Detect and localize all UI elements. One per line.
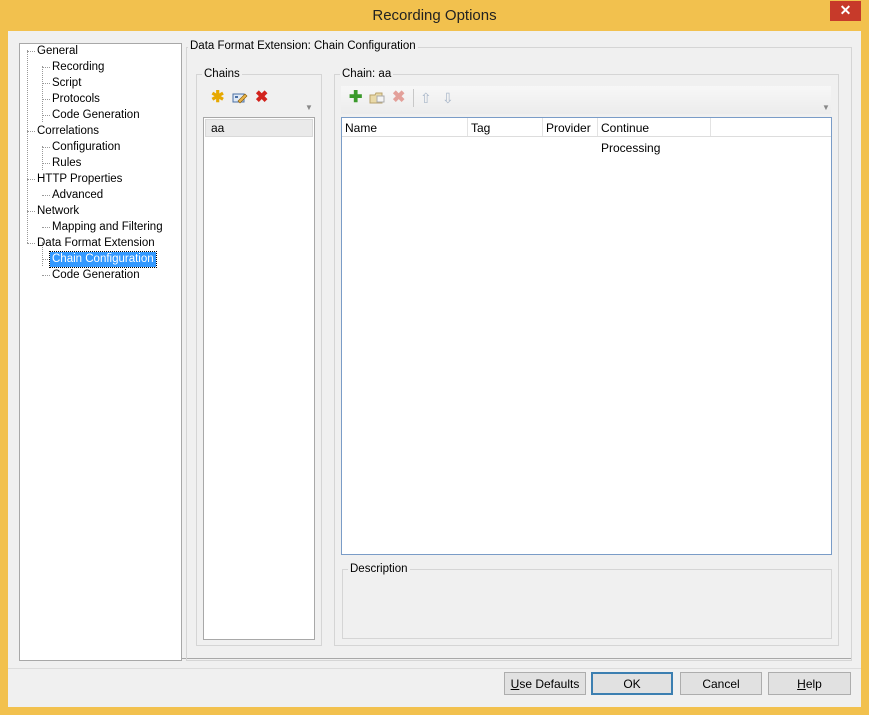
chain-list-item[interactable]: aa bbox=[205, 119, 313, 137]
tree-connector bbox=[42, 227, 50, 228]
tree-connector bbox=[42, 275, 50, 276]
edit-icon[interactable] bbox=[232, 90, 248, 110]
tree-item-script[interactable]: Script bbox=[52, 76, 81, 91]
tree-item-http-properties[interactable]: HTTP Properties bbox=[37, 172, 122, 187]
tree-connector bbox=[42, 99, 50, 100]
use-defaults-button[interactable]: Use Defaults bbox=[504, 672, 586, 695]
tree-connector bbox=[27, 51, 35, 52]
tree-item-network[interactable]: Network bbox=[37, 204, 79, 219]
tree-connector bbox=[42, 259, 50, 260]
use-defaults-mnemonic: U bbox=[510, 677, 520, 691]
tree-connector bbox=[27, 211, 35, 212]
plus-icon[interactable]: ✚ bbox=[349, 90, 362, 106]
title-bar: Recording Options ✕ bbox=[0, 0, 869, 31]
asterisk-icon[interactable]: ✱ bbox=[211, 90, 224, 106]
tree-item-code-generation[interactable]: Code Generation bbox=[52, 108, 140, 123]
ok-button[interactable]: OK bbox=[591, 672, 673, 695]
chain-grid[interactable]: Name Tag Provider Continue Processing bbox=[341, 117, 832, 555]
cancel-button[interactable]: Cancel bbox=[680, 672, 762, 695]
use-defaults-label: se Defaults bbox=[519, 677, 580, 691]
tree-item-configuration[interactable]: Configuration bbox=[52, 140, 120, 155]
help-mnemonic: H bbox=[797, 677, 806, 691]
toolbar-overflow-icon[interactable]: ▼ bbox=[305, 103, 313, 112]
toolbar-overflow-icon[interactable]: ▼ bbox=[822, 103, 830, 112]
tree-item-advanced[interactable]: Advanced bbox=[52, 188, 103, 203]
tree-connector bbox=[27, 131, 35, 132]
tree-connector bbox=[27, 179, 35, 180]
tree-item-general[interactable]: General bbox=[37, 44, 78, 59]
tree-connector bbox=[27, 50, 28, 243]
tree-connector bbox=[42, 195, 50, 196]
column-tag[interactable]: Tag bbox=[468, 118, 543, 136]
help-label: elp bbox=[805, 677, 822, 691]
grid-header: Name Tag Provider Continue Processing bbox=[342, 118, 831, 155]
tree-connector bbox=[42, 146, 43, 170]
tree-item-data-format-extension[interactable]: Data Format Extension bbox=[37, 236, 155, 251]
column-continue-processing[interactable]: Continue Processing bbox=[598, 118, 711, 155]
chain-toolbar bbox=[341, 86, 831, 114]
tree-item-mapping-filtering[interactable]: Mapping and Filtering bbox=[52, 220, 163, 235]
tree-connector bbox=[42, 66, 43, 122]
folder-icon[interactable] bbox=[369, 90, 386, 110]
arrow-up-icon[interactable]: ⇧ bbox=[420, 90, 432, 106]
tree-item-recording[interactable]: Recording bbox=[52, 60, 104, 75]
tree-connector bbox=[42, 83, 50, 84]
chain-title: Chain: aa bbox=[340, 68, 394, 80]
tree-connector bbox=[27, 243, 35, 244]
tree-connector bbox=[42, 67, 50, 68]
tree-connector bbox=[42, 163, 50, 164]
column-provider[interactable]: Provider bbox=[543, 118, 598, 136]
tree-item-chain-configuration[interactable]: Chain Configuration bbox=[49, 251, 157, 268]
group-title: Data Format Extension: Chain Configurati… bbox=[188, 40, 418, 52]
delete-icon[interactable]: ✖ bbox=[255, 90, 268, 106]
chains-title: Chains bbox=[202, 68, 242, 80]
tree-connector bbox=[42, 147, 50, 148]
tree-item-rules[interactable]: Rules bbox=[52, 156, 81, 171]
delete-icon[interactable]: ✖ bbox=[392, 90, 405, 106]
column-name[interactable]: Name bbox=[342, 118, 468, 136]
toolbar-separator bbox=[413, 89, 414, 107]
help-button[interactable]: Help bbox=[768, 672, 851, 695]
tree-item-protocols[interactable]: Protocols bbox=[52, 92, 100, 107]
recording-options-window: Recording Options ✕ General Recording Sc… bbox=[0, 0, 869, 715]
description-title: Description bbox=[348, 563, 410, 575]
description-box bbox=[342, 569, 832, 639]
tree-item-correlations[interactable]: Correlations bbox=[37, 124, 99, 139]
window-title: Recording Options bbox=[372, 7, 497, 24]
tree-item-dfe-code-generation[interactable]: Code Generation bbox=[52, 268, 140, 283]
separator bbox=[8, 668, 861, 669]
dialog-client: General Recording Script Protocols Code … bbox=[8, 31, 861, 707]
options-tree[interactable]: General Recording Script Protocols Code … bbox=[19, 43, 182, 661]
chains-list[interactable]: aa bbox=[203, 117, 315, 640]
tree-connector bbox=[42, 115, 50, 116]
close-button[interactable]: ✕ bbox=[830, 1, 861, 21]
arrow-down-icon[interactable]: ⇩ bbox=[442, 90, 454, 106]
